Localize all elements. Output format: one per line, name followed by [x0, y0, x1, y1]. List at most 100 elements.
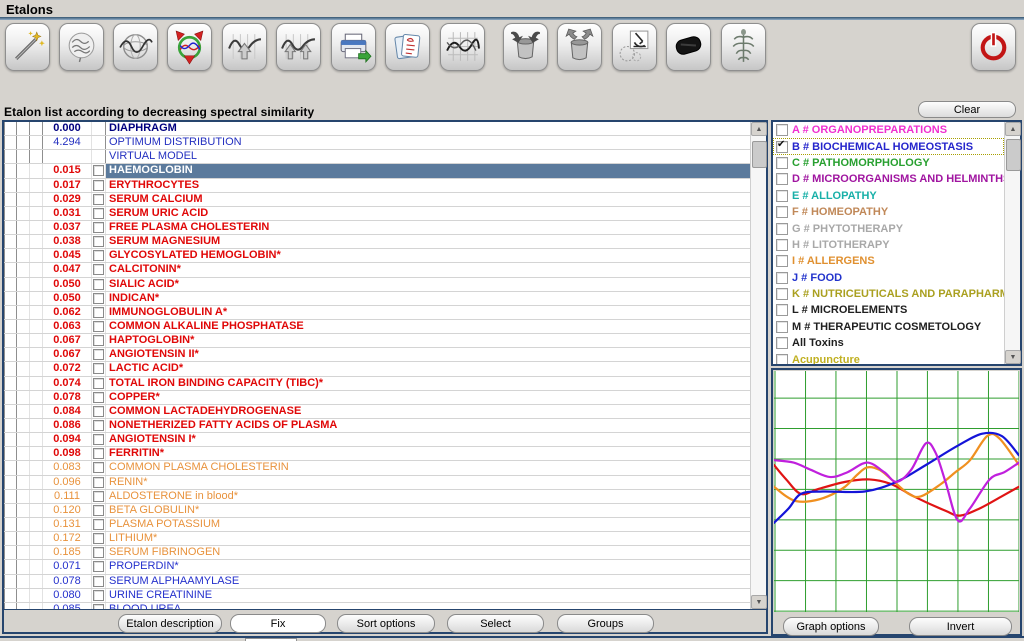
sort-options-button[interactable]: Sort options [337, 614, 435, 633]
plant-button[interactable] [721, 23, 766, 71]
category-checkbox[interactable] [776, 354, 788, 364]
etalon-row[interactable]: 0.047CALCITONIN* [4, 263, 750, 277]
etalon-row[interactable]: 0.072LACTIC ACID* [4, 362, 750, 376]
row-checkbox[interactable] [93, 491, 104, 502]
etalon-row[interactable]: 0.045GLYCOSYLATED HEMOGLOBIN* [4, 249, 750, 263]
row-checkbox[interactable] [93, 477, 104, 488]
list-scrollbar-thumb[interactable] [752, 141, 767, 168]
etalon-row[interactable]: 0.074TOTAL IRON BINDING CAPACITY (TIBC)* [4, 377, 750, 391]
category-item[interactable]: M # THERAPEUTIC COSMETOLOGY [773, 319, 1004, 335]
vegetotest-button[interactable] [167, 23, 212, 71]
category-checkbox[interactable] [776, 206, 788, 218]
category-item[interactable]: A # ORGANOPREPARATIONS [773, 122, 1004, 138]
row-checkbox[interactable] [93, 533, 104, 544]
etalon-row[interactable]: 0.084COMMON LACTADEHYDROGENASE [4, 405, 750, 419]
etalon-row[interactable]: 0.120BETA GLOBULIN* [4, 504, 750, 518]
category-item[interactable]: ✔B # BIOCHEMICAL HOMEOSTASIS [773, 138, 1004, 154]
row-checkbox[interactable] [93, 264, 104, 275]
wand-button[interactable] [5, 23, 50, 71]
category-checkbox[interactable] [776, 157, 788, 169]
select-button[interactable]: Select [447, 614, 544, 633]
row-checkbox[interactable] [93, 222, 104, 233]
etalon-row[interactable]: 0.131PLASMA POTASSIUM [4, 518, 750, 532]
category-item[interactable]: K # NUTRICEUTICALS AND PARAPHARMACEU [773, 286, 1004, 302]
card-index-button[interactable] [385, 23, 430, 71]
category-checkbox[interactable] [776, 173, 788, 185]
category-item[interactable]: L # MICROELEMENTS [773, 302, 1004, 318]
row-checkbox[interactable] [93, 378, 104, 389]
row-checkbox[interactable] [93, 406, 104, 417]
categories-scrollbar-thumb[interactable] [1006, 139, 1021, 171]
etalon-row[interactable]: 0.078SERUM ALPHAAMYLASE [4, 575, 750, 589]
category-item[interactable]: I # ALLERGENS [773, 253, 1004, 269]
row-checkbox[interactable] [93, 194, 104, 205]
row-checkbox[interactable] [93, 321, 104, 332]
etalon-row[interactable]: 0.000DIAPHRAGM [4, 122, 750, 136]
row-checkbox[interactable] [93, 547, 104, 558]
category-item[interactable]: C # PATHOMORPHOLOGY [773, 155, 1004, 171]
row-checkbox[interactable] [93, 307, 104, 318]
row-checkbox[interactable] [93, 505, 104, 516]
category-item[interactable]: F # HOMEOPATHY [773, 204, 1004, 220]
scroll-up-icon[interactable]: ▲ [751, 122, 767, 136]
etalon-row[interactable]: 0.083COMMON PLASMA CHOLESTERIN [4, 461, 750, 475]
etalon-row[interactable]: VIRTUAL MODEL [4, 150, 750, 164]
etalon-row[interactable]: 0.017ERYTHROCYTES [4, 179, 750, 193]
row-checkbox[interactable] [93, 420, 104, 431]
scroll-up-icon[interactable]: ▲ [1005, 122, 1021, 136]
row-checkbox[interactable] [93, 519, 104, 530]
etalon-row[interactable]: 0.037FREE PLASMA CHOLESTERIN [4, 221, 750, 235]
graph-options-button[interactable]: Graph options [783, 617, 879, 636]
row-checkbox[interactable] [93, 576, 104, 587]
row-checkbox[interactable] [93, 561, 104, 572]
category-checkbox[interactable] [776, 255, 788, 267]
etalon-row[interactable]: 0.015HAEMOGLOBIN [4, 164, 750, 178]
brain-button[interactable] [59, 23, 104, 71]
row-checkbox[interactable] [93, 590, 104, 601]
etalon-row[interactable]: 4.294OPTIMUM DISTRIBUTION [4, 136, 750, 150]
wave-arrow-button[interactable] [222, 23, 267, 71]
category-item[interactable]: All Toxins [773, 335, 1004, 351]
row-checkbox[interactable] [93, 434, 104, 445]
row-checkbox[interactable] [93, 448, 104, 459]
microscope-button[interactable] [612, 23, 657, 71]
etalon-row[interactable]: 0.111ALDOSTERONE in blood* [4, 490, 750, 504]
etalon-row[interactable]: 0.031SERUM URIC ACID [4, 207, 750, 221]
etalon-row[interactable]: 0.067HAPTOGLOBIN* [4, 334, 750, 348]
row-checkbox[interactable] [93, 363, 104, 374]
category-item[interactable]: Acupuncture [773, 351, 1004, 364]
mineral-button[interactable] [666, 23, 711, 71]
curves-grid-button[interactable] [440, 23, 485, 71]
row-checkbox[interactable] [93, 180, 104, 191]
exit-button[interactable] [971, 23, 1016, 71]
etalon-row[interactable]: 0.063COMMON ALKALINE PHOSPHATASE [4, 320, 750, 334]
row-checkbox[interactable] [93, 208, 104, 219]
etalon-row[interactable]: 0.050SIALIC ACID* [4, 278, 750, 292]
row-checkbox[interactable] [93, 236, 104, 247]
etalon-row[interactable]: 0.050INDICAN* [4, 292, 750, 306]
category-checkbox[interactable] [776, 337, 788, 349]
category-checkbox[interactable] [776, 239, 788, 251]
category-checkbox[interactable] [776, 304, 788, 316]
row-checkbox[interactable] [93, 165, 104, 176]
etalon-row[interactable]: 0.062IMMUNOGLOBULIN A* [4, 306, 750, 320]
scroll-down-icon[interactable]: ▼ [1005, 350, 1021, 364]
category-item[interactable]: J # FOOD [773, 270, 1004, 286]
etalon-row[interactable]: 0.098FERRITIN* [4, 447, 750, 461]
etalon-row[interactable]: 0.172LITHIUM* [4, 532, 750, 546]
category-checkbox[interactable] [776, 190, 788, 202]
etalon-row[interactable]: 0.071PROPERDIN* [4, 560, 750, 574]
etalon-row[interactable]: 0.080URINE CREATININE [4, 589, 750, 603]
category-checkbox[interactable] [776, 288, 788, 300]
category-checkbox[interactable] [776, 124, 788, 136]
category-checkbox[interactable] [776, 272, 788, 284]
category-item[interactable]: E # ALLOPATHY [773, 188, 1004, 204]
row-checkbox[interactable] [93, 462, 104, 473]
etalon-row[interactable]: 0.094ANGIOTENSIN I* [4, 433, 750, 447]
container-out-button[interactable] [557, 23, 602, 71]
category-checkbox[interactable]: ✔ [776, 141, 788, 153]
etalon-row[interactable]: 0.029SERUM CALCIUM [4, 193, 750, 207]
category-item[interactable]: H # LITOTHERAPY [773, 237, 1004, 253]
etalon-row[interactable]: 0.078COPPER* [4, 391, 750, 405]
row-checkbox[interactable] [93, 392, 104, 403]
